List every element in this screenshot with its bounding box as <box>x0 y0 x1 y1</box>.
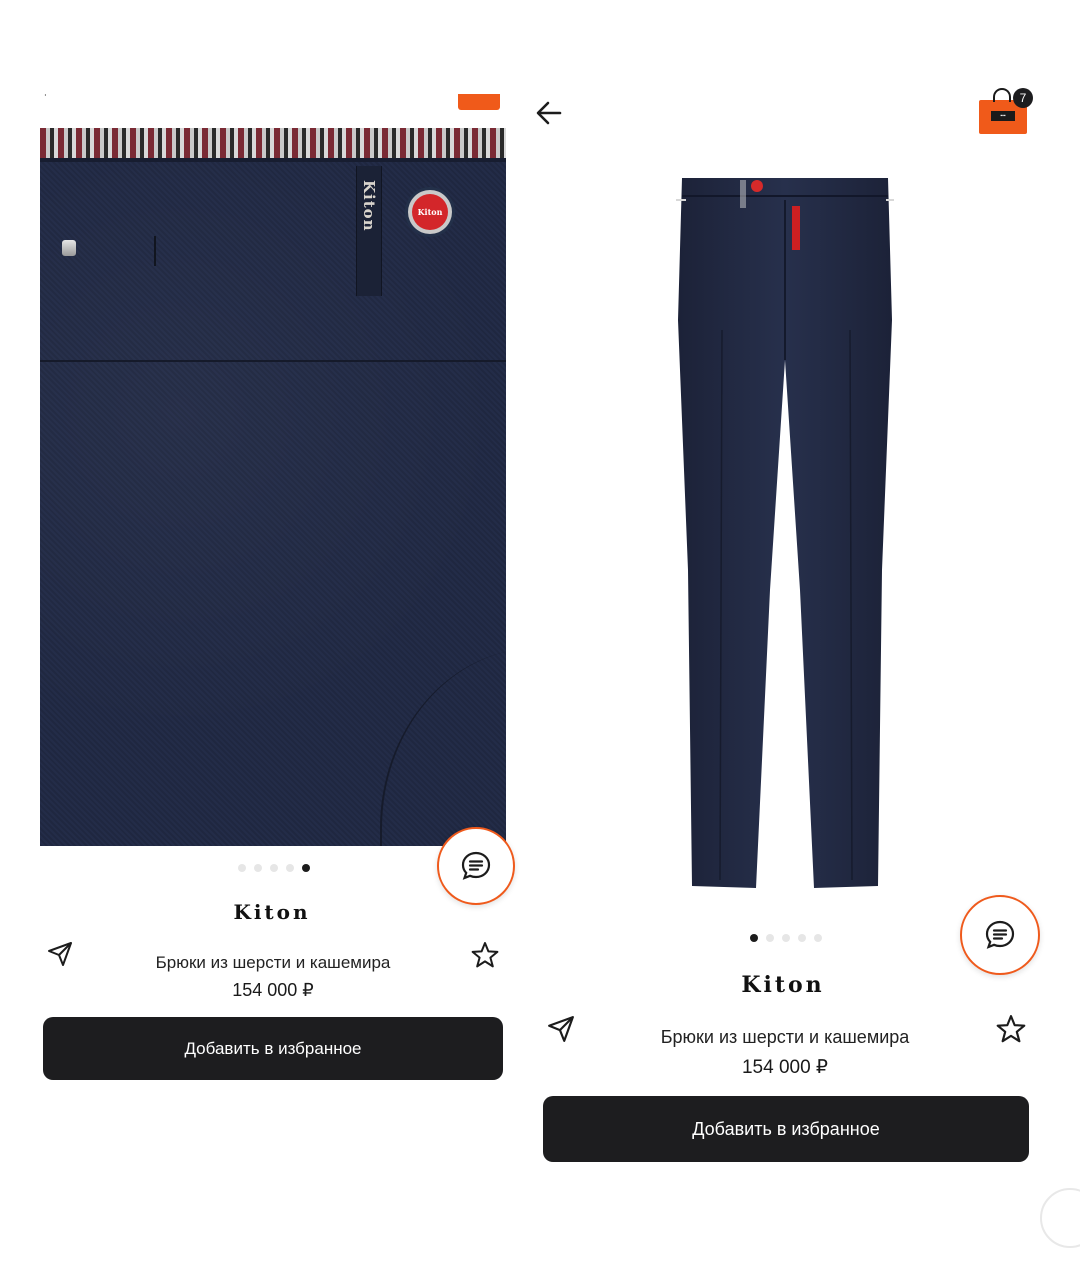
favorite-button[interactable] <box>995 1013 1027 1045</box>
product-image-trousers[interactable] <box>660 170 910 900</box>
brand-logo[interactable]: Kiton <box>200 900 344 924</box>
button-brand: Kiton <box>412 194 448 230</box>
carousel-dots <box>238 864 310 872</box>
waist-button: Kiton <box>408 190 452 234</box>
fabric-fold <box>380 648 506 846</box>
chat-button[interactable] <box>437 827 515 905</box>
carousel-dot[interactable] <box>286 864 294 872</box>
chat-icon <box>461 851 491 880</box>
chat-icon <box>985 920 1015 949</box>
bag-handle <box>993 88 1011 102</box>
product-image-closeup[interactable]: Kiton Kiton <box>40 128 506 846</box>
product-price: 154 000 ₽ <box>741 1057 829 1078</box>
send-icon <box>48 942 72 966</box>
send-icon <box>548 1016 574 1042</box>
carousel-dot[interactable] <box>254 864 262 872</box>
carousel-dot[interactable] <box>766 934 774 942</box>
add-to-favorites-button[interactable]: Добавить в избранное <box>43 1017 503 1080</box>
chat-button[interactable] <box>960 895 1040 975</box>
product-price: 154 000 ₽ <box>232 980 314 1000</box>
carousel-dot-active[interactable] <box>302 864 310 872</box>
waistband-seam <box>40 360 506 362</box>
carousel-dot[interactable] <box>782 934 790 942</box>
waistband-lining <box>40 128 506 158</box>
waistband-edge <box>40 158 506 162</box>
carousel-dot[interactable] <box>270 864 278 872</box>
bag-count-badge: 7 <box>1013 88 1033 108</box>
belt-loop-brand: Kiton <box>360 180 378 232</box>
shopping-bag-icon[interactable]: ▪▪▪ 7 <box>979 88 1033 134</box>
back-arrow-fragment[interactable]: ˙ <box>44 92 48 106</box>
carousel-dot[interactable] <box>798 934 806 942</box>
arrow-left-icon <box>536 101 562 125</box>
brand-logo[interactable]: Kiton <box>708 972 858 998</box>
add-to-favorites-button[interactable]: Добавить в избранное <box>543 1096 1029 1162</box>
shopping-bag-icon[interactable] <box>458 94 500 110</box>
carousel-dots <box>750 934 822 942</box>
share-button[interactable] <box>546 1014 576 1044</box>
carousel-dot[interactable] <box>814 934 822 942</box>
pocket-mark <box>154 236 156 266</box>
product-title: Брюки из шерсти и кашемира <box>660 1027 910 1047</box>
rivet <box>62 240 76 256</box>
star-icon <box>471 942 499 968</box>
star-icon <box>996 1015 1026 1043</box>
partial-circle-decoration <box>1040 1188 1080 1248</box>
bag-label: ▪▪▪ <box>991 111 1015 121</box>
share-button[interactable] <box>46 940 74 968</box>
carousel-dot-active[interactable] <box>750 934 758 942</box>
favorite-button[interactable] <box>470 940 500 970</box>
product-title: Брюки из шерсти и кашемира <box>155 953 391 972</box>
back-button[interactable] <box>534 98 564 128</box>
carousel-dot[interactable] <box>238 864 246 872</box>
